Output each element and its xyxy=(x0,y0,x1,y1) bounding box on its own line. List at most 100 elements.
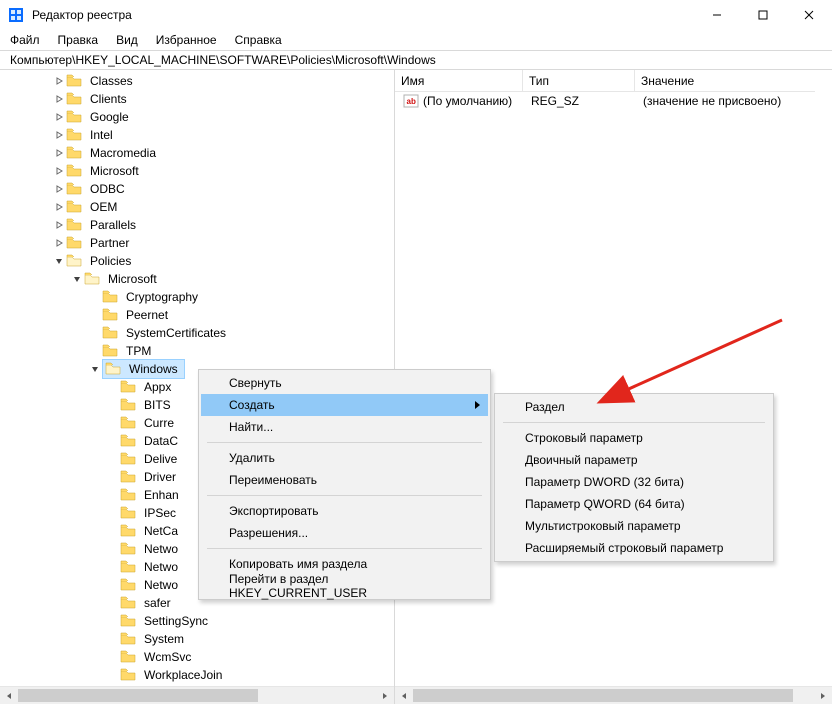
folder-icon xyxy=(120,560,136,574)
folder-icon xyxy=(102,326,118,340)
column-header[interactable]: Значение xyxy=(635,70,815,92)
chevron-right-icon[interactable] xyxy=(52,110,66,124)
menu-item[interactable]: Переименовать xyxy=(201,469,488,491)
list-hscroll[interactable] xyxy=(395,686,832,704)
menu-item[interactable]: Расширяемый строковый параметр xyxy=(497,537,771,559)
tree-item-label: System xyxy=(142,630,186,648)
tree-item[interactable]: Macromedia xyxy=(2,144,394,162)
menu-item[interactable]: Раздел xyxy=(497,396,771,418)
tree-item-label: IPSec xyxy=(142,504,178,522)
tree-spacer xyxy=(106,470,120,484)
tree-spacer xyxy=(106,596,120,610)
folder-icon xyxy=(66,128,82,142)
menu-separator xyxy=(207,442,482,443)
chevron-right-icon[interactable] xyxy=(52,200,66,214)
menu-item[interactable]: Двоичный параметр xyxy=(497,449,771,471)
scroll-right-button[interactable] xyxy=(814,687,832,704)
menu-item[interactable]: Строковый параметр xyxy=(497,427,771,449)
tree-item-label: OEM xyxy=(88,198,119,216)
address-bar[interactable]: Компьютер\HKEY_LOCAL_MACHINE\SOFTWARE\Po… xyxy=(0,50,832,70)
tree-item[interactable]: Cryptography xyxy=(2,288,394,306)
window-title: Редактор реестра xyxy=(32,8,132,22)
folder-icon xyxy=(120,596,136,610)
menu-help[interactable]: Справка xyxy=(233,31,284,49)
minimize-button[interactable] xyxy=(694,0,740,30)
folder-icon xyxy=(66,182,82,196)
chevron-down-icon[interactable] xyxy=(88,362,102,376)
scroll-right-button[interactable] xyxy=(376,687,394,704)
context-submenu-new[interactable]: Раздел Строковый параметрДвоичный парамет… xyxy=(494,393,774,562)
menu-view[interactable]: Вид xyxy=(114,31,140,49)
scroll-track[interactable] xyxy=(413,687,814,704)
column-header[interactable]: Имя xyxy=(395,70,523,92)
tree-item[interactable]: SettingSync xyxy=(2,612,394,630)
column-headers[interactable]: ИмяТипЗначение xyxy=(395,70,832,92)
scroll-left-button[interactable] xyxy=(0,687,18,704)
tree-spacer xyxy=(106,398,120,412)
chevron-right-icon[interactable] xyxy=(52,128,66,142)
tree-item[interactable]: Microsoft xyxy=(2,162,394,180)
value-row[interactable]: ab (По умолчанию)REG_SZ(значение не прис… xyxy=(395,92,832,110)
chevron-right-icon[interactable] xyxy=(52,218,66,232)
tree-item[interactable]: Microsoft xyxy=(2,270,394,288)
menu-item[interactable]: Разрешения... xyxy=(201,522,488,544)
chevron-right-icon[interactable] xyxy=(52,164,66,178)
folder-icon xyxy=(120,614,136,628)
tree-item[interactable]: SystemCertificates xyxy=(2,324,394,342)
menu-item[interactable]: Создать xyxy=(201,394,488,416)
menu-favorites[interactable]: Избранное xyxy=(154,31,219,49)
context-menu[interactable]: СвернутьСоздатьНайти... УдалитьПереименов… xyxy=(198,369,491,600)
chevron-right-icon[interactable] xyxy=(52,92,66,106)
scroll-thumb[interactable] xyxy=(413,689,793,702)
tree-item[interactable]: ODBC xyxy=(2,180,394,198)
tree-item[interactable]: Partner xyxy=(2,234,394,252)
column-header[interactable]: Тип xyxy=(523,70,635,92)
tree-item[interactable]: Peernet xyxy=(2,306,394,324)
chevron-down-icon[interactable] xyxy=(70,272,84,286)
menu-item[interactable]: Мультистроковый параметр xyxy=(497,515,771,537)
tree-item[interactable]: Classes xyxy=(2,72,394,90)
tree-spacer xyxy=(106,506,120,520)
chevron-right-icon[interactable] xyxy=(52,146,66,160)
scroll-thumb[interactable] xyxy=(18,689,258,702)
scroll-left-button[interactable] xyxy=(395,687,413,704)
menu-item[interactable]: Экспортировать xyxy=(201,500,488,522)
tree-item-label: Clients xyxy=(88,90,129,108)
tree-item[interactable]: OEM xyxy=(2,198,394,216)
menu-item[interactable]: Найти... xyxy=(201,416,488,438)
tree-item-label: safer xyxy=(142,594,173,612)
value-name: (По умолчанию) xyxy=(423,94,512,108)
tree-item[interactable]: WorkplaceJoin xyxy=(2,666,394,684)
chevron-right-icon[interactable] xyxy=(52,74,66,88)
registry-editor-window: Редактор реестра Файл Правка Вид Избранн… xyxy=(0,0,832,704)
folder-icon xyxy=(66,164,82,178)
tree-item-label: Appx xyxy=(142,378,173,396)
menu-item[interactable]: Параметр DWORD (32 бита) xyxy=(497,471,771,493)
tree-spacer xyxy=(106,488,120,502)
tree-item[interactable]: Intel xyxy=(2,126,394,144)
scroll-track[interactable] xyxy=(18,687,376,704)
tree-item[interactable]: Policies xyxy=(2,252,394,270)
maximize-button[interactable] xyxy=(740,0,786,30)
chevron-down-icon[interactable] xyxy=(52,254,66,268)
menu-edit[interactable]: Правка xyxy=(56,31,101,49)
menu-item[interactable]: Перейти в раздел HKEY_CURRENT_USER xyxy=(201,575,488,597)
tree-hscroll[interactable] xyxy=(0,686,394,704)
tree-item[interactable]: WcmSvc xyxy=(2,648,394,666)
tree-item-label: Windows xyxy=(127,360,180,378)
chevron-right-icon[interactable] xyxy=(52,236,66,250)
folder-icon xyxy=(120,470,136,484)
tree-item[interactable]: Google xyxy=(2,108,394,126)
tree-item[interactable]: Parallels xyxy=(2,216,394,234)
tree-item-label: Macromedia xyxy=(88,144,158,162)
close-button[interactable] xyxy=(786,0,832,30)
menu-item[interactable]: Свернуть xyxy=(201,372,488,394)
menu-item[interactable]: Удалить xyxy=(201,447,488,469)
menu-item[interactable]: Параметр QWORD (64 бита) xyxy=(497,493,771,515)
tree-item[interactable]: TPM xyxy=(2,342,394,360)
tree-item[interactable]: Clients xyxy=(2,90,394,108)
menu-file[interactable]: Файл xyxy=(8,31,42,49)
tree-item[interactable]: System xyxy=(2,630,394,648)
folder-icon xyxy=(120,488,136,502)
chevron-right-icon[interactable] xyxy=(52,182,66,196)
